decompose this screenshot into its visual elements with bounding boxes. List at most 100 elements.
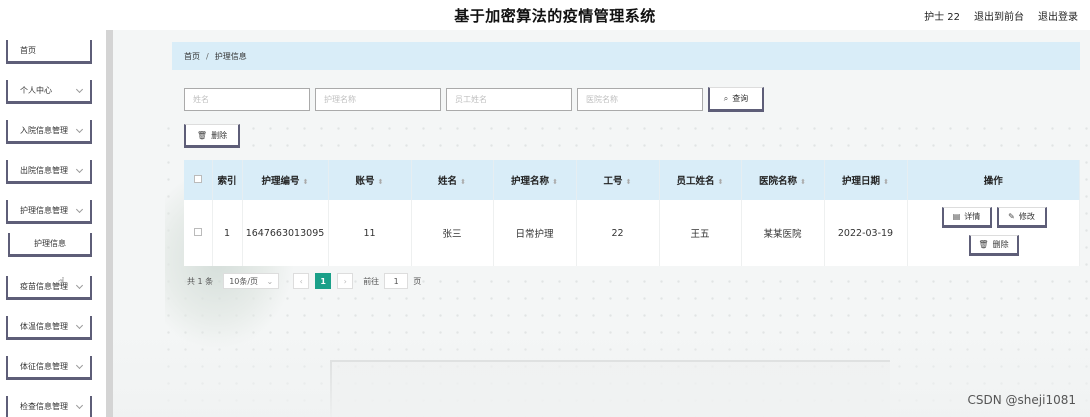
- cell-actions: ▤ 详情 ✎ 修改 🗑 删除: [907, 200, 1080, 266]
- staff-name-search-input[interactable]: [446, 88, 572, 111]
- batch-delete-button[interactable]: 🗑 删除: [184, 124, 240, 148]
- sidebar-item-discharge[interactable]: 出院信息管理: [6, 160, 92, 184]
- col-label: 工号: [603, 176, 623, 187]
- detail-button[interactable]: ▤ 详情: [941, 207, 992, 228]
- sidebar-scrollbar[interactable]: [106, 30, 113, 417]
- document-icon: ▤: [952, 212, 961, 221]
- sidebar-item-admission[interactable]: 入院信息管理: [6, 120, 92, 144]
- goto-page-input[interactable]: 1: [384, 273, 409, 289]
- col-label: 护理编号: [261, 176, 300, 187]
- sidebar-item-home[interactable]: 首页: [6, 40, 92, 64]
- pencil-icon: ✎: [1008, 212, 1015, 221]
- logout-link[interactable]: 退出登录: [1038, 8, 1078, 23]
- sort-icon: ⬍: [552, 178, 558, 186]
- col-label: 护理名称: [511, 176, 550, 187]
- sidebar-item-nursing[interactable]: 护理信息管理: [6, 200, 92, 224]
- col-account[interactable]: 账号 ⬍: [328, 160, 412, 200]
- cell-staff-no: 22: [576, 200, 660, 266]
- breadcrumb-separator: /: [206, 51, 209, 61]
- search-icon: ⌕: [723, 93, 729, 103]
- nursing-info-table: 索引 护理编号 ⬍ 账号 ⬍ 姓名 ⬍ 护理名称 ⬍ 工号 ⬍ 员工姓名 ⬍ 医院名称 ⬍ 护…: [184, 160, 1080, 266]
- sidebar-item-label: 体温信息管理: [20, 322, 68, 331]
- sidebar-item-label: 护理信息管理: [20, 206, 68, 215]
- sort-icon: ⬍: [883, 178, 889, 186]
- cell-date: 2022-03-19: [824, 200, 908, 266]
- col-hospital[interactable]: 医院名称 ⬍: [741, 160, 825, 200]
- trash-icon: 🗑: [196, 130, 208, 140]
- chevron-down-icon: [75, 165, 84, 174]
- detail-button-label: 详情: [964, 212, 981, 221]
- care-name-search-input[interactable]: [315, 88, 441, 111]
- sidebar-item-label: 入院信息管理: [20, 126, 68, 135]
- cell-account: 11: [328, 200, 412, 266]
- cell-name: 张三: [411, 200, 494, 266]
- col-name[interactable]: 姓名 ⬍: [411, 160, 494, 200]
- sidebar-subitem-nursing-info[interactable]: 护理信息: [8, 233, 92, 257]
- sidebar-item-examination[interactable]: 检查信息管理: [6, 396, 92, 417]
- sort-icon: ⬍: [800, 178, 806, 186]
- edit-button[interactable]: ✎ 修改: [996, 207, 1047, 228]
- row-actions: ▤ 详情 ✎ 修改 🗑 删除: [908, 200, 1080, 266]
- page-size-value: 10条/页: [229, 276, 259, 286]
- next-page-button[interactable]: ›: [337, 273, 354, 289]
- col-label: 账号: [355, 176, 375, 187]
- edit-button-label: 修改: [1018, 212, 1035, 221]
- table-header-row: 索引 护理编号 ⬍ 账号 ⬍ 姓名 ⬍ 护理名称 ⬍ 工号 ⬍ 员工姓名 ⬍ 医院名称 ⬍ 护…: [184, 160, 1080, 200]
- sort-icon: ⬍: [377, 178, 384, 186]
- exit-to-front-link[interactable]: 退出到前台: [974, 8, 1024, 23]
- col-date[interactable]: 护理日期 ⬍: [824, 160, 908, 200]
- sidebar-item-label: 个人中心: [20, 86, 52, 95]
- sort-icon: ⬍: [302, 178, 309, 186]
- sidebar-item-vaccine[interactable]: 疫苗信息管理: [6, 276, 92, 300]
- breadcrumb-current: 护理信息: [214, 51, 247, 61]
- col-staff-name[interactable]: 员工姓名 ⬍: [659, 160, 742, 200]
- total-count: 共 1 条: [187, 276, 214, 286]
- cell-index: 1: [212, 200, 243, 266]
- chevron-down-icon: [75, 125, 84, 134]
- pagination: 共 1 条 10条/页 ⌄ ‹ 1 › 前往 1 页: [187, 272, 421, 290]
- prev-page-button[interactable]: ‹: [293, 273, 310, 289]
- col-index: 索引: [212, 160, 243, 200]
- cell-hospital: 某某医院: [741, 200, 825, 266]
- name-search-input[interactable]: [184, 88, 310, 111]
- chevron-down-icon: [75, 85, 84, 94]
- col-care-no[interactable]: 护理编号 ⬍: [242, 160, 329, 200]
- sidebar-item-vital-signs[interactable]: 体征信息管理: [6, 356, 92, 380]
- background-fade: [0, 327, 1090, 417]
- col-actions: 操作: [907, 160, 1080, 200]
- goto-label: 前往: [363, 276, 380, 286]
- cell-staff-name: 王五: [659, 200, 742, 266]
- table-row: 1 1647663013095 11 张三 日常护理 22 王五 某某医院 20…: [184, 200, 1080, 266]
- mouse-cursor-icon: ☝: [58, 275, 65, 288]
- sort-icon: ⬍: [625, 178, 632, 186]
- sort-icon: ⬍: [460, 178, 466, 186]
- cell-care-name: 日常护理: [493, 200, 577, 266]
- row-delete-button[interactable]: 🗑 删除: [968, 235, 1019, 256]
- col-label: 护理日期: [842, 176, 881, 187]
- chevron-down-icon: [75, 281, 84, 290]
- sidebar-subitem-label: 护理信息: [34, 239, 66, 248]
- col-label: 姓名: [438, 176, 458, 187]
- col-care-name[interactable]: 护理名称 ⬍: [493, 160, 577, 200]
- hospital-name-search-input[interactable]: [577, 88, 703, 111]
- chevron-down-icon: [75, 321, 84, 330]
- query-button[interactable]: ⌕ 查询: [708, 87, 764, 112]
- sidebar-item-label: 首页: [20, 46, 36, 55]
- col-label: 医院名称: [759, 176, 798, 187]
- page-size-select[interactable]: 10条/页 ⌄: [223, 273, 280, 289]
- sort-icon: ⬍: [717, 178, 724, 186]
- page-suffix: 页: [413, 276, 422, 286]
- sidebar-item-personal-center[interactable]: 个人中心: [6, 80, 92, 104]
- select-all-checkbox[interactable]: [193, 174, 202, 183]
- sidebar-item-label: 出院信息管理: [20, 166, 68, 175]
- row-checkbox[interactable]: [193, 227, 202, 236]
- breadcrumb-home[interactable]: 首页: [184, 51, 200, 62]
- sidebar-item-temperature[interactable]: 体温信息管理: [6, 316, 92, 340]
- page-number-current[interactable]: 1: [315, 273, 332, 289]
- top-header: 基于加密算法的疫情管理系统 护士 22 退出到前台 退出登录: [0, 0, 1090, 30]
- col-staff-no[interactable]: 工号 ⬍: [576, 160, 660, 200]
- cell-care-no: 1647663013095: [242, 200, 329, 266]
- chevron-down-icon: [75, 401, 84, 410]
- trash-icon: 🗑: [978, 240, 989, 249]
- row-delete-label: 删除: [992, 240, 1009, 249]
